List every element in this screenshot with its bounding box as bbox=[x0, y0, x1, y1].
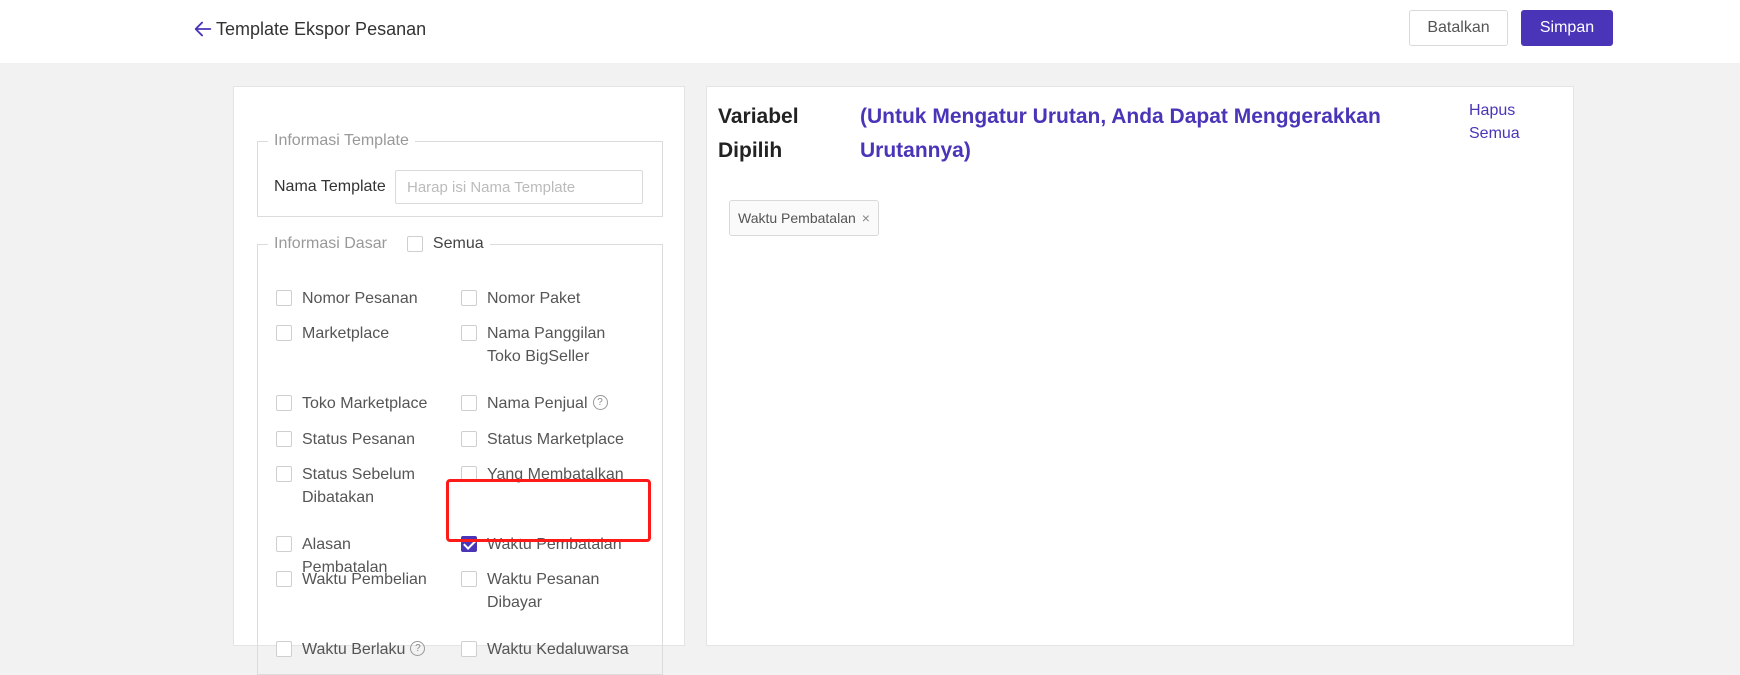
option-status-pesanan[interactable]: Status Pesanan bbox=[276, 428, 436, 451]
checkbox-box[interactable] bbox=[276, 395, 292, 411]
template-name-label: Nama Template bbox=[274, 178, 386, 195]
option-label[interactable]: Nama Panggilan Toko BigSeller bbox=[487, 322, 621, 368]
checkbox-box[interactable] bbox=[461, 466, 477, 482]
clear-all-link[interactable]: Hapus Semua bbox=[1469, 99, 1529, 145]
option-label[interactable]: Waktu Pesanan Dibayar bbox=[487, 568, 611, 614]
option-label[interactable]: Toko Marketplace bbox=[302, 392, 427, 415]
checkbox-box[interactable] bbox=[276, 325, 292, 341]
select-all-checkbox[interactable]: Semua bbox=[406, 235, 484, 253]
option-label[interactable]: Status Sebelum Dibatakan bbox=[302, 463, 426, 509]
option-toko-marketplace[interactable]: Toko Marketplace bbox=[276, 392, 436, 415]
cancel-button[interactable]: Batalkan bbox=[1409, 10, 1508, 46]
option-marketplace[interactable]: Marketplace bbox=[276, 322, 436, 345]
close-icon[interactable]: × bbox=[862, 210, 870, 226]
option-waktu-pesanan-dibayar[interactable]: Waktu Pesanan Dibayar bbox=[461, 568, 611, 614]
option-label[interactable]: Marketplace bbox=[302, 322, 389, 345]
option-status-marketplace[interactable]: Status Marketplace bbox=[461, 428, 641, 451]
sort-hint: (Untuk Mengatur Urutan, Anda Dapat Mengg… bbox=[860, 105, 1381, 162]
checkbox-box[interactable] bbox=[276, 466, 292, 482]
option-label[interactable]: Status Pesanan bbox=[302, 428, 415, 451]
option-nama-penjual[interactable]: Nama Penjual? bbox=[461, 392, 641, 415]
checkbox-box[interactable] bbox=[461, 290, 477, 306]
variables-panel: Informasi Template Nama Template Informa… bbox=[233, 86, 685, 675]
option-waktu-pembelian[interactable]: Waktu Pembelian bbox=[276, 568, 436, 591]
question-circle-icon[interactable]: ? bbox=[592, 395, 608, 411]
template-info-group: Informasi Template Nama Template bbox=[257, 132, 663, 217]
page-title: Template Ekspor Pesanan bbox=[216, 18, 427, 39]
checkbox-box[interactable] bbox=[276, 290, 292, 306]
basic-info-group: Informasi Dasar Semua Nomor Pesanan Nomo… bbox=[257, 235, 663, 675]
checkbox-box[interactable] bbox=[461, 431, 477, 447]
checkbox-box[interactable] bbox=[461, 325, 477, 341]
template-name-input[interactable] bbox=[395, 170, 643, 204]
selected-variables-panel: Variabel Dipilih (Untuk Mengatur Urutan,… bbox=[706, 86, 1574, 646]
question-circle-icon[interactable]: ? bbox=[410, 641, 426, 657]
checkbox-box[interactable] bbox=[276, 641, 292, 657]
option-status-sebelum-dibatakan[interactable]: Status Sebelum Dibatakan bbox=[276, 463, 426, 509]
option-label[interactable]: Waktu Pembelian bbox=[302, 568, 427, 591]
option-label[interactable]: Yang Membatalkan bbox=[487, 463, 624, 486]
option-label[interactable]: Nomor Pesanan bbox=[302, 287, 418, 310]
option-label[interactable]: Waktu Kedaluwarsa bbox=[487, 638, 629, 661]
basic-info-title: Informasi Dasar bbox=[274, 235, 387, 252]
option-label[interactable]: Waktu Pembatalan bbox=[487, 533, 622, 556]
option-label-wrap[interactable]: Waktu Berlaku? bbox=[302, 638, 426, 661]
checkbox-box[interactable] bbox=[276, 571, 292, 587]
option-nomor-paket[interactable]: Nomor Paket bbox=[461, 287, 641, 310]
selected-title: Variabel Dipilih bbox=[718, 105, 799, 162]
tag-label: Waktu Pembatalan bbox=[738, 210, 856, 226]
checkbox-box[interactable] bbox=[276, 536, 292, 552]
option-nama-panggilan-toko[interactable]: Nama Panggilan Toko BigSeller bbox=[461, 322, 621, 368]
back-link[interactable]: Template Ekspor Pesanan bbox=[192, 17, 426, 41]
option-label[interactable]: Waktu Berlaku bbox=[302, 641, 405, 658]
arrow-left-icon[interactable] bbox=[192, 18, 214, 40]
checkbox-box-checked[interactable] bbox=[461, 536, 477, 552]
option-label[interactable]: Nomor Paket bbox=[487, 287, 580, 310]
checkbox-box[interactable] bbox=[276, 431, 292, 447]
selected-tag[interactable]: Waktu Pembatalan × bbox=[729, 200, 879, 236]
checkbox-box[interactable] bbox=[461, 641, 477, 657]
option-waktu-berlaku[interactable]: Waktu Berlaku? bbox=[276, 638, 436, 661]
option-label[interactable]: Status Marketplace bbox=[487, 428, 624, 451]
option-label[interactable]: Nama Penjual bbox=[487, 395, 588, 412]
checkbox-box[interactable] bbox=[406, 236, 423, 252]
option-waktu-kedaluwarsa[interactable]: Waktu Kedaluwarsa bbox=[461, 638, 641, 661]
select-all-label[interactable]: Semua bbox=[433, 235, 484, 253]
basic-info-legend: Informasi Dasar Semua bbox=[268, 235, 490, 253]
option-waktu-pembatalan[interactable]: Waktu Pembatalan bbox=[461, 533, 641, 556]
template-info-legend: Informasi Template bbox=[274, 132, 409, 149]
option-yang-membatalkan[interactable]: Yang Membatalkan bbox=[461, 463, 641, 486]
option-nomor-pesanan[interactable]: Nomor Pesanan bbox=[276, 287, 436, 310]
top-bar: Template Ekspor Pesanan Batalkan Simpan bbox=[0, 0, 1740, 63]
option-label-wrap[interactable]: Nama Penjual? bbox=[487, 392, 608, 415]
checkbox-box[interactable] bbox=[461, 395, 477, 411]
checkbox-box[interactable] bbox=[461, 571, 477, 587]
save-button[interactable]: Simpan bbox=[1521, 10, 1613, 46]
